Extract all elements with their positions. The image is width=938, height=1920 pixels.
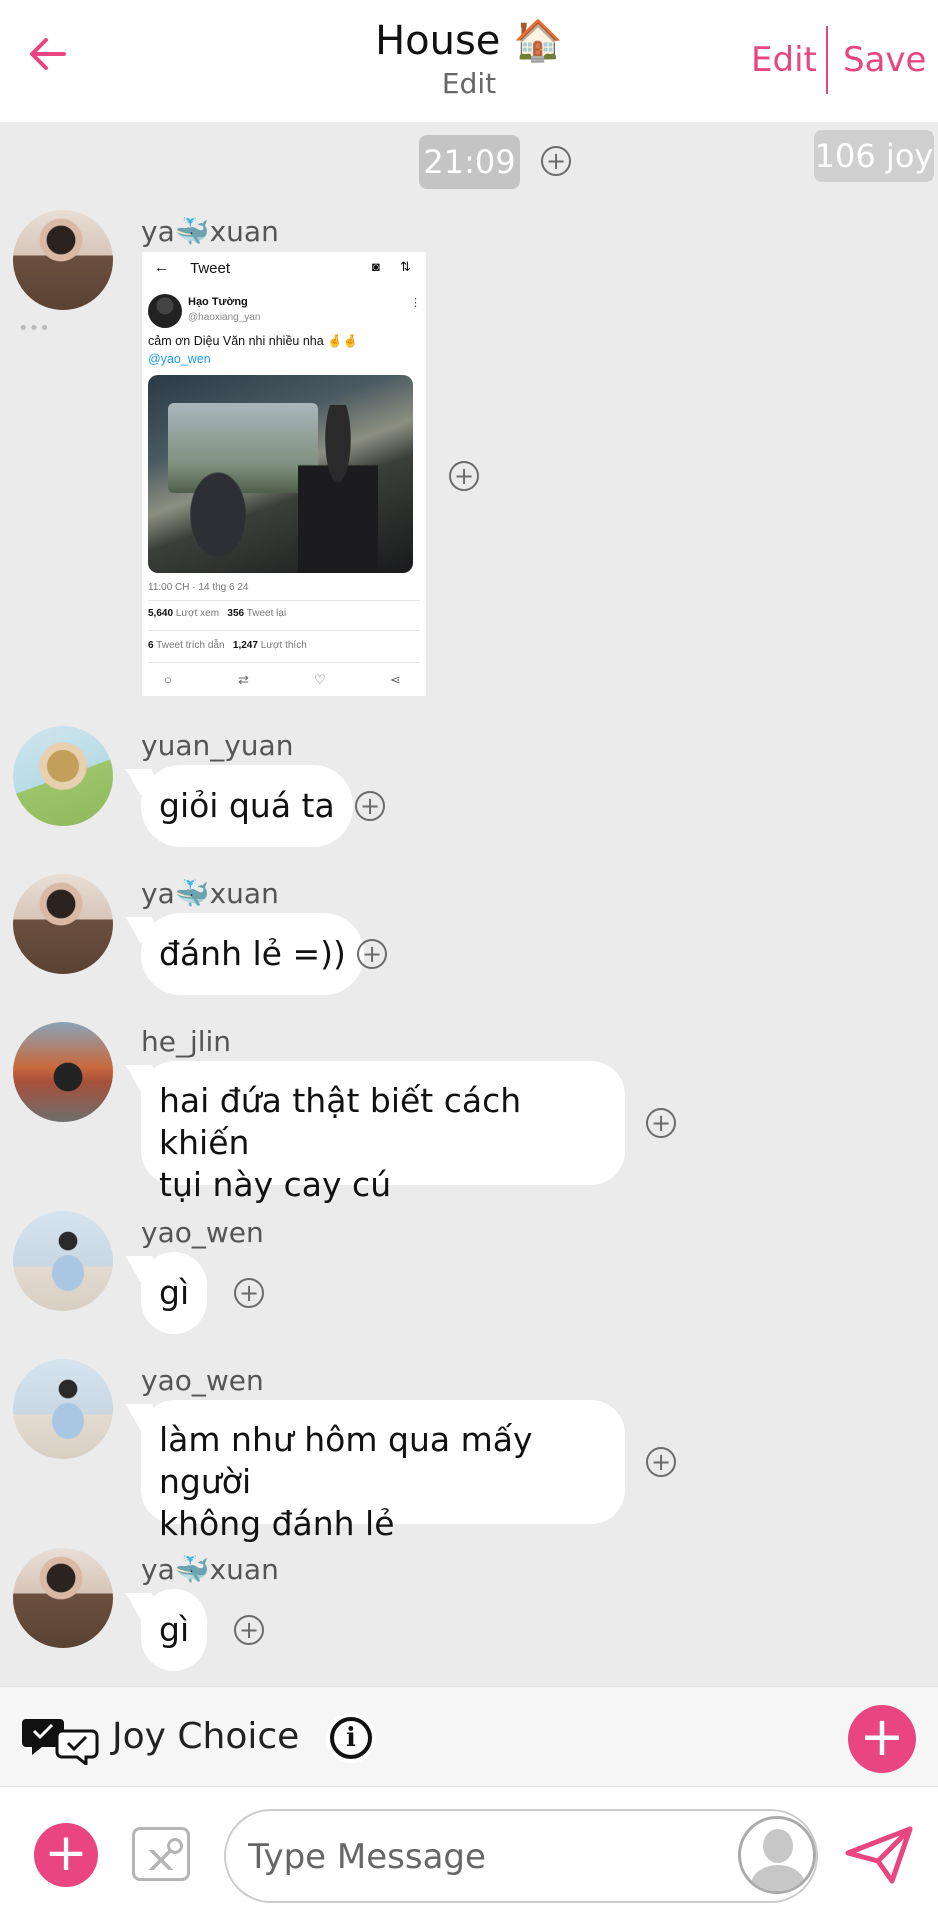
message-text: gì xyxy=(159,1610,190,1649)
message-bubble[interactable]: giỏi quá ta xyxy=(141,765,353,847)
page-title: House 🏠 xyxy=(375,18,563,64)
edit-button[interactable]: Edit xyxy=(751,36,817,84)
add-after-message-icon[interactable]: + xyxy=(449,461,479,491)
tweet-author-avatar xyxy=(148,294,182,328)
persona-avatar-icon[interactable] xyxy=(738,1816,816,1894)
tweet-screenshot-image[interactable]: ← Tweet ◙ ⇅ Hạo Tường @haoxiang_yan ⋮ cả… xyxy=(142,252,426,696)
save-button[interactable]: Save xyxy=(843,36,926,84)
sender-name: he_jlin xyxy=(141,1025,232,1058)
back-arrow-icon[interactable] xyxy=(26,32,74,84)
reply-icon: ○ xyxy=(164,672,172,687)
sender-name: ya🐳xuan xyxy=(141,877,279,910)
message-bubble[interactable]: hai đứa thật biết cách khiến tụi này cay… xyxy=(141,1061,625,1204)
avatar[interactable] xyxy=(13,210,113,310)
message-text: đánh lẻ =)) xyxy=(159,934,346,973)
message-composer: + xyxy=(0,1786,938,1920)
tweet-more-icon: ⋮ xyxy=(410,297,421,309)
joy-choice-label[interactable]: Joy Choice xyxy=(112,1715,299,1759)
message-text: hai đứa thật biết cách khiến tụi này cay… xyxy=(159,1081,522,1204)
message-input[interactable] xyxy=(248,1833,728,1881)
message-text: gì xyxy=(159,1273,190,1312)
add-attachment-button[interactable]: + xyxy=(34,1823,98,1887)
message-bubble[interactable]: đánh lẻ =)) xyxy=(141,913,364,995)
tweet-mention: @yao_wen xyxy=(148,352,211,366)
sender-name: yao_wen xyxy=(141,1216,264,1249)
info-icon[interactable]: i xyxy=(326,1713,376,1763)
tweet-author-handle: @haoxiang_yan xyxy=(188,312,261,323)
tweet-text: cảm ơn Diệu Văn nhi nhiều nha 🤞🤞 xyxy=(148,334,359,348)
tweet-author-name: Hạo Tường xyxy=(188,296,248,308)
tweet-timestamp: 11:00 CH · 14 thg 6 24 xyxy=(148,582,249,593)
tweet-top-bar: ← Tweet ◙ ⇅ xyxy=(142,252,426,286)
camera-icon: ◙ xyxy=(372,259,380,274)
message-input-container xyxy=(224,1809,818,1903)
avatar[interactable] xyxy=(13,874,113,974)
image-icon[interactable] xyxy=(132,1827,190,1881)
tweet-stats-row-2: 6 Tweet trích dẫn 1,247 Lượt thích xyxy=(148,640,307,651)
message-bubble[interactable]: gì xyxy=(141,1252,208,1334)
avatar[interactable] xyxy=(13,1211,113,1311)
add-after-message-icon[interactable]: + xyxy=(357,939,387,969)
time-marker: 21:09 xyxy=(419,135,520,189)
chat-bubbles-check-icon xyxy=(22,1715,102,1768)
tweet-photo xyxy=(148,375,413,573)
sort-icon: ⇅ xyxy=(400,259,411,274)
message-bubble[interactable]: làm như hôm qua mấy người không đánh lẻ xyxy=(141,1400,625,1543)
add-after-message-icon[interactable]: + xyxy=(646,1447,676,1477)
send-icon[interactable] xyxy=(842,1823,916,1887)
message-text: giỏi quá ta xyxy=(159,786,335,825)
avatar[interactable] xyxy=(13,1022,113,1122)
avatar[interactable] xyxy=(13,1548,113,1648)
add-after-message-icon[interactable]: + xyxy=(234,1278,264,1308)
header-bar: House 🏠 Edit Edit Save xyxy=(0,0,938,122)
sender-name: ya🐳xuan xyxy=(141,215,279,248)
title-block: House 🏠 Edit xyxy=(280,16,658,102)
retweet-icon: ⇄ xyxy=(238,672,249,687)
add-after-time-icon[interactable]: + xyxy=(541,146,571,176)
like-icon: ♡ xyxy=(314,672,326,687)
sender-name: yuan_yuan xyxy=(141,729,294,762)
joy-choice-add-button[interactable]: + xyxy=(848,1705,916,1773)
more-icon[interactable]: ••• xyxy=(18,318,50,339)
message-text: làm như hôm qua mấy người không đánh lẻ xyxy=(159,1420,533,1543)
add-after-message-icon[interactable]: + xyxy=(646,1108,676,1138)
page-subtitle: Edit xyxy=(441,67,497,100)
joy-choice-bar: Joy Choice i + xyxy=(0,1686,938,1786)
tweet-bar-title: Tweet xyxy=(190,260,231,277)
header-divider xyxy=(826,26,828,94)
avatar[interactable] xyxy=(13,726,113,826)
tweet-back-icon: ← xyxy=(154,259,169,276)
sender-name: ya🐳xuan xyxy=(141,1553,279,1586)
tweet-stats-row-1: 5,640 Lượt xem 356 Tweet lại xyxy=(148,608,287,619)
avatar[interactable] xyxy=(13,1359,113,1459)
add-after-message-icon[interactable]: + xyxy=(234,1615,264,1645)
joy-count-badge: 106 joy xyxy=(814,130,934,182)
add-after-message-icon[interactable]: + xyxy=(355,791,385,821)
sender-name: yao_wen xyxy=(141,1364,264,1397)
message-bubble[interactable]: gì xyxy=(141,1589,208,1671)
share-icon: ⋖ xyxy=(390,672,401,687)
